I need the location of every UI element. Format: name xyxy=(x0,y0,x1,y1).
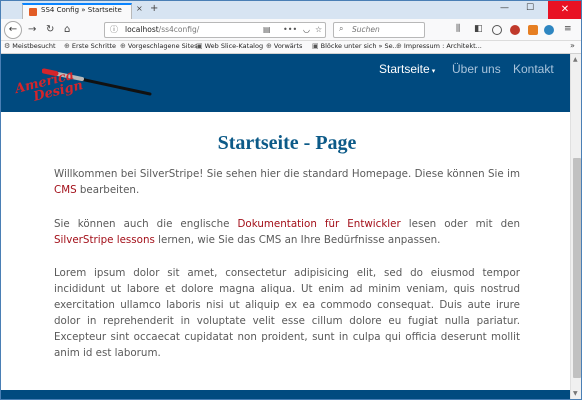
bookmark-item[interactable]: ▣ Blöcke unter sich » Se... xyxy=(312,42,399,50)
account-icon[interactable] xyxy=(492,25,502,35)
logo-text: America Design xyxy=(13,67,85,105)
window-close-button[interactable]: ✕ xyxy=(548,0,582,19)
bookmark-item[interactable]: ⊕ Vorgeschlagene Sites xyxy=(120,42,198,50)
silverstripe-lessons-link[interactable]: SilverStripe lessons xyxy=(54,234,155,246)
page-title: Startseite - Page xyxy=(217,132,357,154)
developer-docs-link[interactable]: Dokumentation für Entwickler xyxy=(237,218,400,230)
webslice-icon: ▣ xyxy=(196,42,203,50)
gear-icon: ⚙ xyxy=(4,42,11,50)
site-logo[interactable]: America Design xyxy=(10,66,155,110)
page-icon: ▣ xyxy=(312,42,319,50)
library-icon[interactable]: ⫼ xyxy=(456,24,460,34)
search-bar[interactable]: ⌕ xyxy=(333,22,425,38)
url-bar[interactable]: ⓘ localhost/ss4config/ ▤ ••• ◡ ☆ xyxy=(104,22,326,38)
page-actions-icon[interactable]: ••• xyxy=(283,25,297,34)
bookmarks-toolbar: ⚙ Meistbesucht ⊕ Erste Schritte ⊕ Vorgeschl… xyxy=(0,41,582,54)
site-info-icon[interactable]: ⓘ xyxy=(110,24,118,35)
minimize-button[interactable]: — xyxy=(500,3,509,13)
maximize-button[interactable]: ☐ xyxy=(526,3,534,13)
home-button[interactable]: ⌂ xyxy=(64,24,70,35)
search-input[interactable] xyxy=(352,25,422,34)
nav-kontakt[interactable]: Kontakt xyxy=(513,62,554,76)
bookmark-star-icon[interactable]: ☆ xyxy=(315,25,322,34)
addon-icon[interactable] xyxy=(510,25,520,35)
new-tab-button[interactable]: + xyxy=(150,3,158,14)
scrollbar-thumb[interactable] xyxy=(573,158,581,378)
browser-toolbar: ← → ↻ ⌂ ⓘ localhost/ss4config/ ▤ ••• ◡ ☆… xyxy=(0,19,582,41)
scroll-up-icon[interactable]: ▲ xyxy=(573,56,578,63)
tab-close-icon[interactable]: × xyxy=(136,4,143,13)
cms-link[interactable]: CMS xyxy=(54,184,77,196)
globe-icon: ⊕ xyxy=(120,42,126,50)
extension-blue-icon[interactable] xyxy=(544,25,554,35)
favicon-icon xyxy=(29,8,37,16)
window-titlebar: SS4 Config » Startseite × + — ☐ ✕ xyxy=(0,0,582,19)
site-header: America Design Startseite ▾ Über uns Kont… xyxy=(0,54,570,112)
vertical-scrollbar[interactable]: ▲ ▼ xyxy=(570,54,582,400)
nav-startseite[interactable]: Startseite ▾ xyxy=(379,62,435,76)
lorem-paragraph: Lorem ipsum dolor sit amet, consectetur … xyxy=(54,267,520,359)
reader-view-icon[interactable]: ▤ xyxy=(263,25,271,34)
page-viewport: America Design Startseite ▾ Über uns Kont… xyxy=(0,54,582,400)
bookmark-item[interactable]: ⊕ Vorwärts xyxy=(266,42,302,50)
tab-title: SS4 Config » Startseite xyxy=(41,6,122,14)
pocket-icon[interactable]: ◡ xyxy=(303,25,310,34)
extension-icon[interactable] xyxy=(528,25,538,35)
globe-icon: ⊕ xyxy=(64,42,70,50)
forward-button[interactable]: → xyxy=(28,24,36,35)
bookmarks-overflow-icon[interactable]: » xyxy=(570,41,575,50)
site-footer xyxy=(0,390,570,400)
browser-tab[interactable]: SS4 Config » Startseite xyxy=(22,3,132,19)
url-text[interactable]: localhost/ss4config/ xyxy=(125,25,199,34)
bookmark-item[interactable]: ⚙ Meistbesucht xyxy=(4,42,56,50)
globe-icon: ⊕ xyxy=(266,42,272,50)
reload-button[interactable]: ↻ xyxy=(46,24,54,35)
menu-icon[interactable]: ≡ xyxy=(564,24,572,34)
scroll-down-icon[interactable]: ▼ xyxy=(573,390,578,397)
bookmark-item[interactable]: ⊕ Erste Schritte xyxy=(64,42,116,50)
docs-paragraph: Sie können auch die englische Dokumentat… xyxy=(54,218,521,246)
nav-ueber-uns[interactable]: Über uns xyxy=(452,62,501,76)
globe-icon: ⊕ xyxy=(396,42,402,50)
search-icon: ⌕ xyxy=(339,24,344,33)
sidebar-icon[interactable]: ◧ xyxy=(474,24,483,34)
bookmark-item[interactable]: ⊕ Impressum : Architekt... xyxy=(396,42,482,50)
bookmark-item[interactable]: ▣ Web Slice-Katalog xyxy=(196,42,263,50)
welcome-paragraph: Willkommen bei SilverStripe! Sie sehen h… xyxy=(54,168,520,196)
chevron-down-icon: ▾ xyxy=(431,68,436,75)
back-button[interactable]: ← xyxy=(4,21,22,39)
